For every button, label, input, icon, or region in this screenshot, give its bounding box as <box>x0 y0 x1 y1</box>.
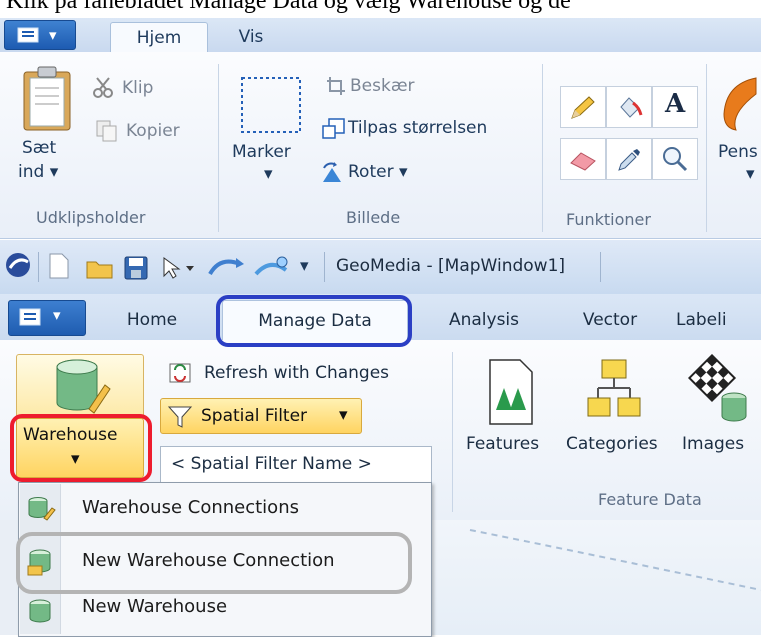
images-icon <box>688 354 748 424</box>
paint-app-menu-button[interactable]: ▾ <box>4 20 76 50</box>
geomedia-logo-icon <box>4 250 32 280</box>
map-window[interactable] <box>430 520 761 635</box>
features-icon <box>486 358 536 426</box>
warehouse-button-top[interactable] <box>16 354 144 420</box>
crop-icon <box>326 76 346 96</box>
refresh-with-changes-button[interactable]: Refresh with Changes <box>204 363 389 383</box>
select-label: Marker <box>232 142 291 162</box>
select-arrow: ▾ <box>264 164 273 184</box>
pan-icon[interactable] <box>206 254 246 280</box>
rotate-arrow: ▾ <box>398 162 408 182</box>
tab-labeling[interactable]: Labeli <box>676 300 761 340</box>
spatial-filter-button[interactable]: Spatial Filter ▾ <box>160 398 362 434</box>
app-menu-arrow: ▾ <box>53 306 61 324</box>
rotate-label: Roter <box>348 162 394 182</box>
window-title: GeoMedia - [MapWindow1] <box>336 256 566 276</box>
resize-icon <box>322 118 346 140</box>
clipboard-group-label: Udklipsholder <box>36 208 146 227</box>
crop-button[interactable]: Beskær <box>350 76 415 96</box>
warehouse-highlight <box>10 414 152 482</box>
group-separator <box>706 64 707 232</box>
paste-arrow: ▾ <box>49 162 59 182</box>
paste-button[interactable] <box>18 64 76 134</box>
text-icon: A <box>665 89 686 119</box>
magnifier-tool[interactable] <box>652 138 698 180</box>
quick-access-customize-arrow[interactable]: ▾ <box>300 256 309 276</box>
spatial-filter-label: Spatial Filter <box>201 406 308 426</box>
eraser-icon <box>569 149 597 171</box>
app-menu-icon <box>19 308 41 326</box>
rotate-button[interactable]: Roter ▾ <box>348 162 408 182</box>
tab-home[interactable]: Home <box>112 300 192 340</box>
images-button[interactable]: Images <box>682 434 744 454</box>
group-separator <box>542 64 543 232</box>
title-separator <box>600 252 601 282</box>
menu-item-warehouse-connections[interactable]: Warehouse Connections <box>20 486 428 532</box>
select-button[interactable] <box>240 76 302 136</box>
pencil-icon <box>569 95 597 121</box>
categories-icon <box>586 358 642 422</box>
categories-button[interactable]: Categories <box>566 434 658 454</box>
copy-button[interactable]: Kopier <box>126 121 180 141</box>
cut-icon <box>92 76 114 98</box>
app-menu-icon <box>17 27 39 43</box>
eraser-tool[interactable] <box>560 138 606 180</box>
geomedia-app-menu-button[interactable]: ▾ <box>8 300 86 336</box>
feature-data-group-label: Feature Data <box>598 490 702 509</box>
fill-tool[interactable] <box>606 86 652 128</box>
title-separator <box>324 252 325 282</box>
magnifier-icon <box>661 145 689 173</box>
paste-label-line1: Sæt <box>22 138 57 158</box>
tab-analysis[interactable]: Analysis <box>428 300 540 340</box>
brushes-button[interactable]: Pens <box>718 142 758 162</box>
image-group-label: Billede <box>346 208 401 227</box>
eyedropper-icon <box>615 147 643 173</box>
group-separator <box>218 64 219 232</box>
manage-data-highlight <box>216 295 412 347</box>
new-warehouse-connection-highlight <box>16 532 412 594</box>
resize-button[interactable]: Tilpas størrelsen <box>348 118 487 138</box>
brushes-arrow: ▾ <box>746 164 755 184</box>
new-warehouse-icon <box>26 598 56 626</box>
rotate-icon <box>320 162 346 184</box>
group-separator <box>452 352 453 512</box>
instruction-caption: Klik på fanebladet Manage Data og vælg W… <box>6 0 571 14</box>
features-button[interactable]: Features <box>466 434 539 454</box>
tools-group-label: Funktioner <box>566 210 651 229</box>
paste-label-text: ind <box>18 162 45 182</box>
open-folder-icon[interactable] <box>86 256 114 280</box>
spatial-filter-name-box[interactable]: < Spatial Filter Name > <box>160 446 432 484</box>
selection-rectangle-icon <box>240 76 302 136</box>
select-pointer-icon[interactable] <box>160 256 200 280</box>
copy-icon <box>96 120 118 142</box>
menu-item-new-warehouse[interactable]: New Warehouse <box>20 592 428 632</box>
warehouse-database-icon <box>51 357 113 419</box>
tools-grid: A <box>560 86 700 206</box>
app-menu-arrow: ▾ <box>49 26 57 44</box>
text-tool[interactable]: A <box>652 86 698 128</box>
title-separator <box>38 252 39 282</box>
menu-item-label: Warehouse Connections <box>82 497 299 518</box>
warehouse-connections-icon <box>26 496 56 522</box>
spatial-filter-name: < Spatial Filter Name > <box>171 454 372 474</box>
color-picker-tool[interactable] <box>606 138 652 180</box>
clipboard-icon <box>18 64 76 134</box>
spatial-filter-arrow: ▾ <box>339 405 348 425</box>
new-document-icon[interactable] <box>48 252 70 280</box>
paint-bucket-icon <box>615 95 643 121</box>
pencil-tool[interactable] <box>560 86 606 128</box>
cut-button[interactable]: Klip <box>122 78 153 98</box>
menu-item-label: New Warehouse <box>82 596 228 617</box>
save-icon[interactable] <box>124 256 148 280</box>
refresh-icon <box>168 362 194 386</box>
zoom-icon[interactable] <box>252 254 292 280</box>
brush-icon <box>716 74 761 138</box>
tab-vector[interactable]: Vector <box>560 300 660 340</box>
paste-label-line2: ind ▾ <box>18 162 58 182</box>
funnel-icon <box>167 405 193 429</box>
tab-hjem[interactable]: Hjem <box>110 22 208 53</box>
tab-vis[interactable]: Vis <box>226 22 276 52</box>
